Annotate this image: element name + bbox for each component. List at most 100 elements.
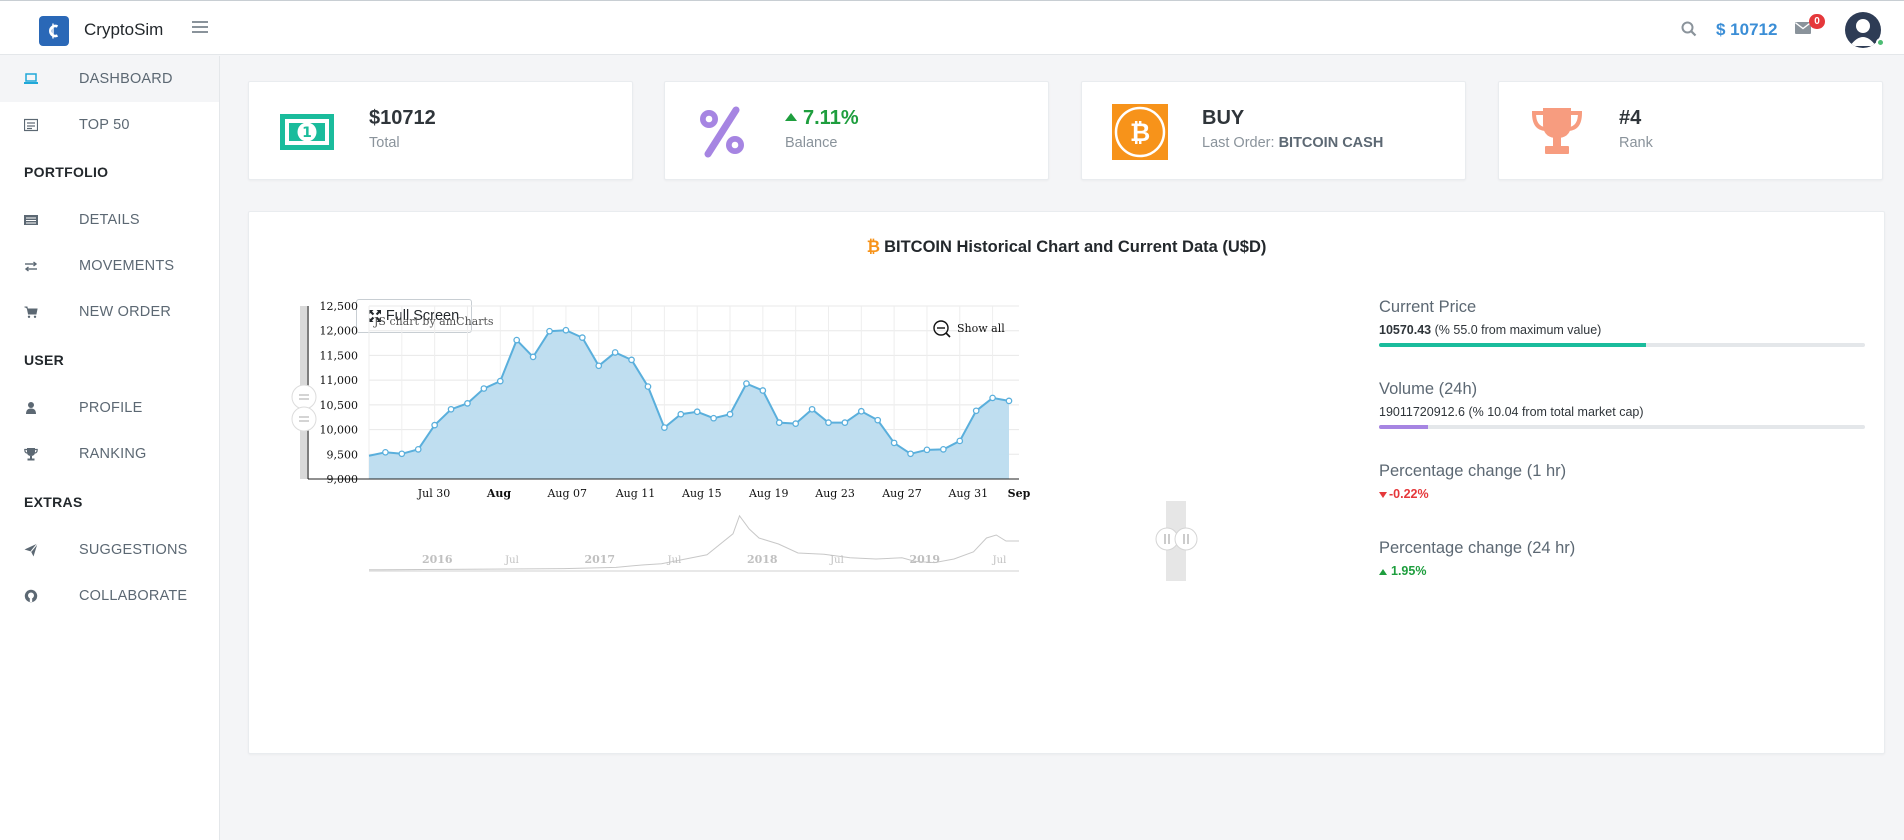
navigator-label: 2019 [909,553,940,566]
app-logo[interactable] [39,16,69,46]
zoom-out-icon-handle [945,332,951,338]
x-tick-label: Jul 30 [417,487,451,500]
price-point [808,405,816,413]
balance-card: 7.11% Balance [664,81,1049,180]
sidebar-item-profile[interactable]: PROFILE [0,385,219,431]
total-label: Total [369,135,400,151]
navigator-label: Jul [992,555,1007,566]
laptop-icon [24,73,38,84]
price-point [382,448,389,456]
change-1h-label: Percentage change (1 hr) [1379,462,1567,480]
price-point [726,410,734,418]
change-24h-metric: Percentage change (24 hr) 1.95% [1379,539,1865,578]
sidebar-item-new-order[interactable]: NEW ORDER [0,289,219,335]
price-point [513,336,521,344]
sidebar-toggle-icon[interactable] [192,21,208,35]
current-price-metric: Current Price 10570.43 (% 55.0 from maxi… [1379,298,1865,347]
change-24h-value: 1.95% [1379,564,1865,578]
navigator-label: Jul [667,555,682,566]
details-icon [24,215,38,225]
change-24h-label: Percentage change (24 hr) [1379,539,1576,557]
volume-note: (% 10.04 from total market cap) [1468,405,1644,419]
top-header: CryptoSim $ 10712 0 [0,0,1904,55]
sidebar-item-top50[interactable]: TOP 50 [0,102,219,148]
price-point [644,383,652,390]
x-tick-label: Aug 23 [814,487,855,500]
sidebar-item-suggestions[interactable]: SUGGESTIONS [0,527,219,573]
price-point [480,385,488,392]
paper-plane-icon [24,543,38,557]
price-point [743,380,750,387]
sidebar-item-dashboard[interactable]: DASHBOARD [0,56,219,102]
balance-label: Balance [785,135,838,151]
current-price-value: 10570.43 (% 55.0 from maximum value) [1379,323,1865,337]
volume-progress-fill [1379,425,1428,429]
y-tick-label: 9,500 [327,448,359,461]
chart-navigator[interactable]: 2016 Jul 2017 Jul 2018 Jul 2019 Jul [368,501,1198,581]
rank-card: #4 Rank [1498,81,1883,180]
price-point [841,419,849,427]
change-1h-number: -0.22% [1389,487,1429,501]
x-tick-label: Aug 11 [615,487,656,500]
y-tick-label: 9,000 [327,473,359,486]
cart-icon [24,306,38,318]
amcharts-credit: JS chart by amCharts [373,315,494,328]
y-tick-label: 10,500 [320,399,359,412]
app-brand[interactable]: CryptoSim [84,20,163,40]
rank-value: #4 [1619,107,1642,129]
current-price-label: Current Price [1379,298,1477,316]
trophy-icon [1531,108,1583,154]
navigator-grip [1174,527,1198,551]
sidebar-item-label: PROFILE [79,400,143,416]
price-point [825,419,832,427]
header-balance[interactable]: $ 10712 [1716,20,1777,40]
last-order-card: ₿ BUY Last Order: BITCOIN CASH [1081,81,1466,180]
sidebar-section-portfolio: PORTFOLIO [24,164,109,180]
last-order-coin: BITCOIN CASH [1278,135,1384,151]
svg-text:₿: ₿ [1130,118,1150,147]
price-point [431,421,438,429]
volume-value: 19011720912.6 (% 10.04 from total market… [1379,405,1865,419]
price-point [874,416,882,424]
price-point [907,450,914,458]
rank-label: Rank [1619,135,1653,151]
navigator-label: 2017 [584,553,615,566]
price-point [464,400,471,407]
y-tick-label: 12,000 [320,325,359,338]
price-point [447,405,455,413]
exchange-icon [24,261,38,272]
sidebar-item-label: RANKING [79,446,147,462]
sidebar-item-label: DASHBOARD [79,71,173,87]
sidebar-item-label: SUGGESTIONS [79,542,188,558]
search-icon[interactable] [1681,21,1697,37]
x-tick-label: Aug 27 [881,487,922,500]
y-tick-label: 11,500 [320,349,359,362]
x-tick-label: Aug 07 [546,487,587,500]
sidebar-item-details[interactable]: DETAILS [0,197,219,243]
price-point [414,445,422,453]
price-point [562,326,570,334]
sidebar-section-extras: EXTRAS [24,494,83,510]
sidebar-item-movements[interactable]: MOVEMENTS [0,243,219,289]
github-icon [24,589,38,603]
mail-badge: 0 [1809,14,1825,29]
price-point [857,407,865,415]
list-icon [24,118,38,132]
price-point [956,437,964,445]
x-tick-label: Aug 19 [748,487,789,500]
navigator-label: Jul [504,555,519,566]
show-all-button[interactable]: Show all [957,322,1005,335]
sidebar: DASHBOARD TOP 50 PORTFOLIO DETAILS MOVEM… [0,56,220,840]
price-point [578,334,586,341]
price-point [398,450,406,458]
last-order-type: BUY [1202,107,1245,129]
volume-progress [1379,425,1865,429]
price-point [693,408,701,416]
price-chart[interactable]: 12,500 12,000 11,500 11,000 10,500 10,000 9,50… [249,212,1249,712]
price-point [923,446,931,454]
total-card: 1 $10712 Total [248,81,633,180]
sidebar-item-ranking[interactable]: RANKING [0,431,219,477]
online-status-dot [1876,38,1885,47]
sidebar-item-collaborate[interactable]: COLLABORATE [0,573,219,619]
balance-percent: 7.11% [803,107,859,129]
